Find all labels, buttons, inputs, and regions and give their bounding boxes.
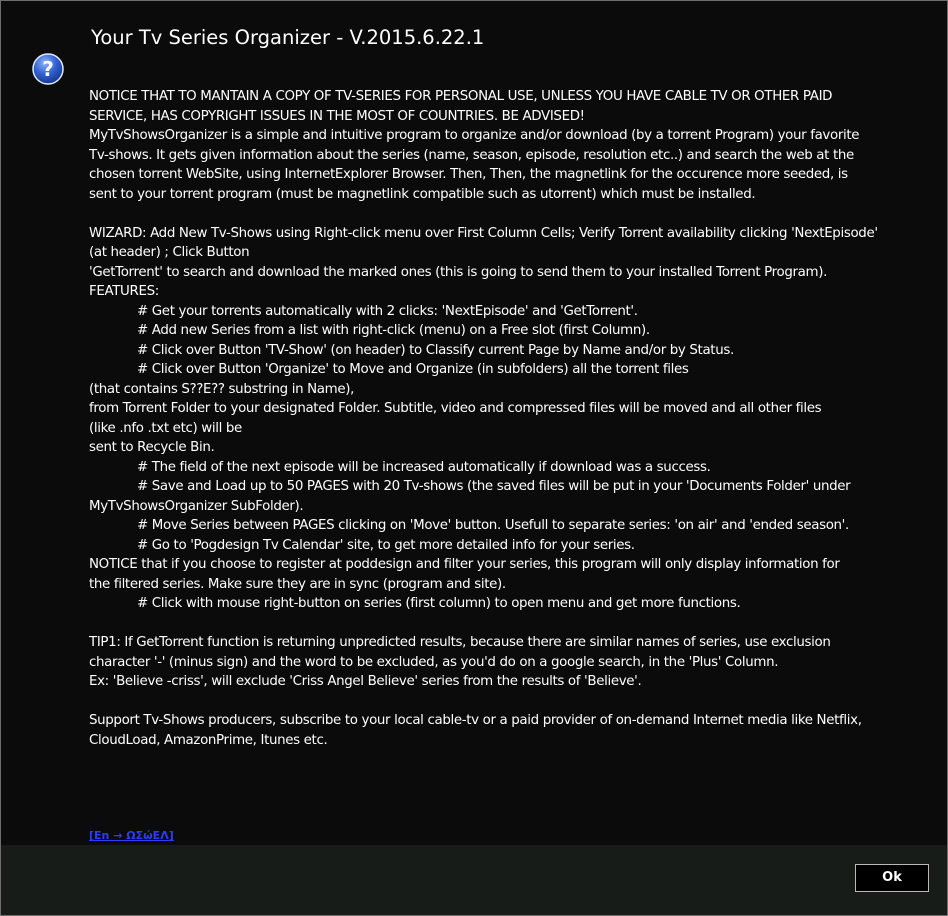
- ok-button[interactable]: Ok: [855, 864, 929, 892]
- message-line: # Get your torrents automatically with 2…: [137, 303, 638, 319]
- dialog-footer: [1, 845, 947, 915]
- dialog-title: Your Tv Series Organizer - V.2015.6.22.1: [91, 26, 485, 49]
- message-line: MyTvShowsOrganizer is a simple and intui…: [89, 128, 860, 143]
- message-line: # The field of the next episode will be …: [137, 459, 711, 475]
- message-line: FEATURES:: [89, 284, 159, 299]
- question-mark-icon: ?: [32, 53, 64, 85]
- message-line: Ex: 'Believe -criss', will exclude 'Cris…: [89, 674, 642, 689]
- svg-text:?: ?: [42, 57, 54, 81]
- message-line: Tv-shows. It gets given information abou…: [89, 147, 854, 163]
- message-line: sent to your torrent program (must be ma…: [89, 186, 756, 202]
- message-line: # Click with mouse right-button on serie…: [137, 596, 741, 611]
- message-line: Support Tv-Shows producers, subscribe to…: [89, 713, 862, 728]
- message-line: (like .nfo .txt etc) will be: [89, 420, 242, 436]
- dialog-message: NOTICE THAT TO MANTAIN A COPY OF TV-SERI…: [89, 87, 939, 750]
- message-line: sent to Recycle Bin.: [89, 440, 215, 455]
- message-line: NOTICE THAT TO MANTAIN A COPY OF TV-SERI…: [89, 89, 833, 104]
- message-line: WIZARD: Add New Tv-Shows using Right-cli…: [89, 225, 878, 241]
- message-line: # Move Series between PAGES clicking on …: [137, 518, 849, 533]
- message-line: # Click over Button 'TV-Show' (on header…: [137, 342, 734, 358]
- message-line: # Click over Button 'Organize' to Move a…: [137, 362, 689, 377]
- message-line: MyTvShowsOrganizer SubFolder).: [89, 498, 304, 514]
- message-line: CloudLoad, AmazonPrime, Itunes etc.: [89, 732, 328, 748]
- message-line: # Add new Series from a list with right-…: [137, 323, 650, 338]
- message-line: character '-' (minus sign) and the word …: [89, 654, 779, 670]
- message-line: from Torrent Folder to your designated F…: [89, 401, 822, 416]
- message-line: # Save and Load up to 50 PAGES with 20 T…: [137, 479, 851, 494]
- message-line: SERVICE, HAS COPYRIGHT ISSUES IN THE MOS…: [89, 108, 585, 124]
- language-toggle-link[interactable]: [En → ΩΣώΕΛ]: [89, 829, 174, 842]
- message-line: the filtered series. Make sure they are …: [89, 576, 506, 592]
- about-dialog: ? Your Tv Series Organizer - V.2015.6.22…: [0, 0, 948, 916]
- message-line: 'GetTorrent' to search and download the …: [89, 264, 827, 280]
- message-line: # Go to 'Pogdesign Tv Calendar' site, to…: [137, 537, 635, 553]
- message-line: TIP1: If GetTorrent function is returnin…: [89, 635, 831, 650]
- message-line: (that contains S??E?? substring in Name)…: [89, 381, 355, 397]
- message-line: chosen torrent WebSite, using InternetEx…: [89, 167, 848, 182]
- message-line: NOTICE that if you choose to register at…: [89, 557, 840, 572]
- message-line: (at header) ; Click Button: [89, 245, 250, 260]
